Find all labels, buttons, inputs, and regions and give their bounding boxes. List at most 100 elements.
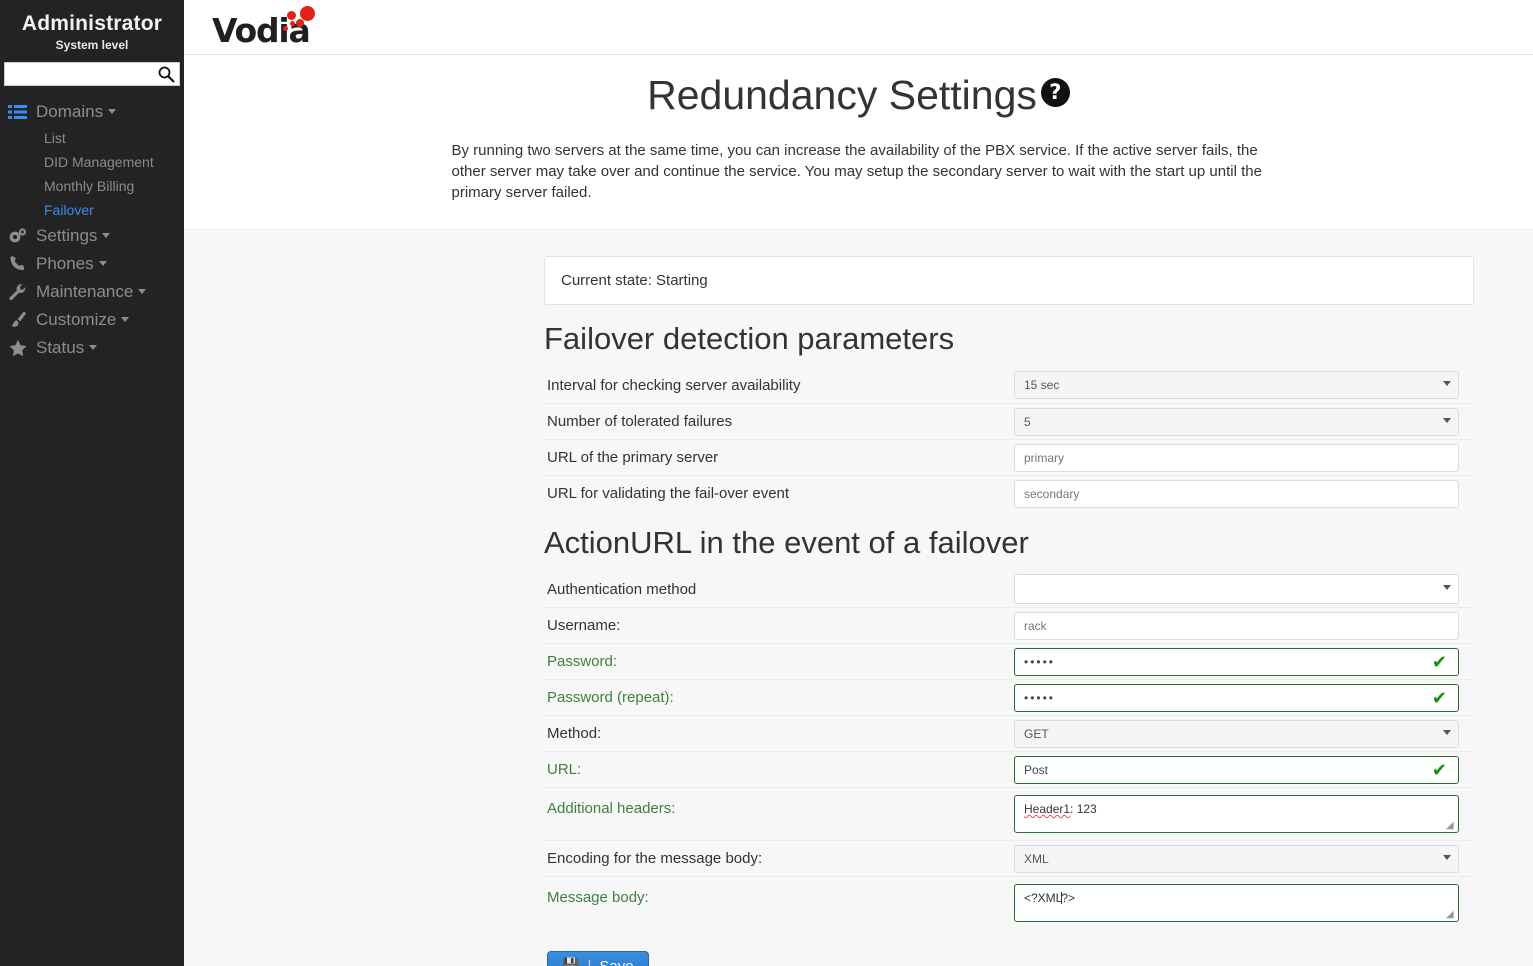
sidebar-subitem-list[interactable]: List xyxy=(0,126,184,150)
select-encoding[interactable]: XML xyxy=(1014,844,1459,873)
form-row-auth-method: Authentication method xyxy=(544,571,1474,607)
chevron-down-icon xyxy=(121,316,130,322)
star-icon xyxy=(8,339,30,357)
input-password[interactable] xyxy=(1014,647,1459,676)
phone-icon xyxy=(8,255,30,273)
page-header: Redundancy Settings? By running two serv… xyxy=(184,55,1533,231)
control-wrap-additional-headers: Header1: 123 ◢ xyxy=(1014,795,1474,834)
textarea-message-body[interactable]: <?XML?> ◢ xyxy=(1014,884,1459,923)
logo-dot-icon xyxy=(300,6,315,21)
gears-icon xyxy=(8,227,30,245)
select-tolerated-failures[interactable]: 5 xyxy=(1014,407,1459,436)
control-wrap-encoding: XML xyxy=(1014,844,1474,873)
form-row-tolerated-failures: Number of tolerated failures 5 xyxy=(544,403,1474,439)
search-input[interactable] xyxy=(5,63,179,85)
sidebar-item-label-phones: Phones xyxy=(36,254,94,273)
save-button[interactable]: 💾 | Save xyxy=(547,951,649,966)
settings-content: Current state: Starting Failover detecti… xyxy=(184,230,1533,966)
page-title-text: Redundancy Settings xyxy=(647,72,1037,118)
sidebar-item-label-maintenance: Maintenance xyxy=(36,282,134,301)
sidebar-nav: Domains List DID Management Monthly Bill… xyxy=(0,98,184,362)
label-message-body: Message body: xyxy=(547,889,649,907)
form-row-url: URL: ✔ xyxy=(544,751,1474,787)
chevron-down-icon xyxy=(138,288,147,294)
sidebar-item-label-customize: Customize xyxy=(36,310,117,329)
form-row-password: Password: ✔ xyxy=(544,643,1474,679)
vodia-logo[interactable]: Vodia xyxy=(212,6,322,48)
label-encoding: Encoding for the message body: xyxy=(547,850,763,868)
chevron-down-icon xyxy=(108,108,117,114)
sidebar-item-settings[interactable]: Settings xyxy=(0,222,184,250)
sidebar-admin-subtitle: System level xyxy=(55,38,129,52)
page-title: Redundancy Settings? xyxy=(184,72,1533,118)
label-primary-url: URL of the primary server xyxy=(547,449,719,467)
sidebar-subitem-did-management[interactable]: DID Management xyxy=(0,150,184,174)
label-password-repeat: Password (repeat): xyxy=(547,689,674,707)
sidebar-subitem-failover[interactable]: Failover xyxy=(0,198,184,222)
form-row-username: Username: xyxy=(544,607,1474,643)
resize-grip-icon[interactable]: ◢ xyxy=(1446,910,1456,920)
input-username[interactable] xyxy=(1014,611,1459,640)
section-title-failover-detection: Failover detection parameters xyxy=(544,321,955,357)
misspelled-word: Header1 xyxy=(1024,802,1071,817)
label-failover-validate-url: URL for validating the fail-over event xyxy=(547,485,790,503)
sidebar-item-status[interactable]: Status xyxy=(0,334,184,362)
form-actions: 💾 | Save xyxy=(544,929,1474,966)
logo-dot-icon xyxy=(290,21,295,26)
form-row-failover-validate-url: URL for validating the fail-over event xyxy=(544,475,1474,511)
chevron-down-icon xyxy=(89,344,98,350)
control-wrap-password: ✔ xyxy=(1014,647,1474,676)
header-value-text: : 123 xyxy=(1070,802,1097,817)
select-method[interactable]: GET xyxy=(1014,719,1459,748)
control-wrap-username xyxy=(1014,611,1474,640)
list-icon xyxy=(8,103,30,121)
control-wrap-method: GET xyxy=(1014,719,1474,748)
label-auth-method: Authentication method xyxy=(547,580,697,598)
top-bar: Vodia xyxy=(184,0,1533,55)
input-primary-url[interactable] xyxy=(1014,443,1459,472)
control-wrap-tolerated-failures: 5 xyxy=(1014,407,1474,436)
settings-form: Current state: Starting Failover detecti… xyxy=(544,256,1474,966)
form-row-encoding: Encoding for the message body: XML xyxy=(544,840,1474,876)
sidebar-item-customize[interactable]: Customize xyxy=(0,306,184,334)
current-state-box: Current state: Starting xyxy=(544,256,1474,306)
question-mark-icon[interactable]: ? xyxy=(1040,78,1070,107)
sidebar: Administrator System level Domains List … xyxy=(0,0,184,966)
select-auth-method[interactable] xyxy=(1014,574,1459,605)
label-password: Password: xyxy=(547,653,618,671)
label-username: Username: xyxy=(547,617,621,635)
chevron-down-icon xyxy=(98,260,107,266)
control-wrap-primary-url xyxy=(1014,443,1474,472)
main-content: Vodia Redundancy Settings? By running tw… xyxy=(184,0,1533,966)
input-password-repeat[interactable] xyxy=(1014,683,1459,712)
chevron-down-icon xyxy=(102,232,111,238)
logo-dot-icon xyxy=(283,26,288,31)
page-description: By running two servers at the same time,… xyxy=(451,142,1262,202)
control-wrap-failover-validate-url xyxy=(1014,479,1474,508)
sidebar-item-label-status: Status xyxy=(36,338,85,357)
select-interval[interactable]: 15 sec xyxy=(1014,371,1459,400)
message-body-after-caret: ?> xyxy=(1061,891,1076,906)
form-row-method: Method: GET xyxy=(544,715,1474,751)
logo-dot-icon xyxy=(296,19,304,27)
save-button-label: Save xyxy=(599,958,633,966)
sidebar-subitem-monthly-billing[interactable]: Monthly Billing xyxy=(0,174,184,198)
sidebar-item-phones[interactable]: Phones xyxy=(0,250,184,278)
sidebar-item-maintenance[interactable]: Maintenance xyxy=(0,278,184,306)
message-body-before-caret: <?XML xyxy=(1024,891,1063,906)
sidebar-admin-title: Administrator xyxy=(21,12,163,35)
sidebar-search[interactable] xyxy=(4,62,180,86)
floppy-disk-icon: 💾 xyxy=(562,959,579,966)
input-failover-validate-url[interactable] xyxy=(1014,479,1459,508)
textarea-additional-headers[interactable]: Header1: 123 ◢ xyxy=(1014,795,1459,834)
resize-grip-icon[interactable]: ◢ xyxy=(1446,821,1456,831)
control-wrap-auth-method xyxy=(1014,574,1474,605)
wrench-icon xyxy=(8,283,30,301)
form-row-password-repeat: Password (repeat): ✔ xyxy=(544,679,1474,715)
form-row-interval: Interval for checking server availabilit… xyxy=(544,367,1474,403)
label-method: Method: xyxy=(547,725,602,743)
input-url[interactable] xyxy=(1014,755,1459,784)
control-wrap-password-repeat: ✔ xyxy=(1014,683,1474,712)
sidebar-item-domains[interactable]: Domains xyxy=(0,98,184,126)
brush-icon xyxy=(8,311,30,329)
